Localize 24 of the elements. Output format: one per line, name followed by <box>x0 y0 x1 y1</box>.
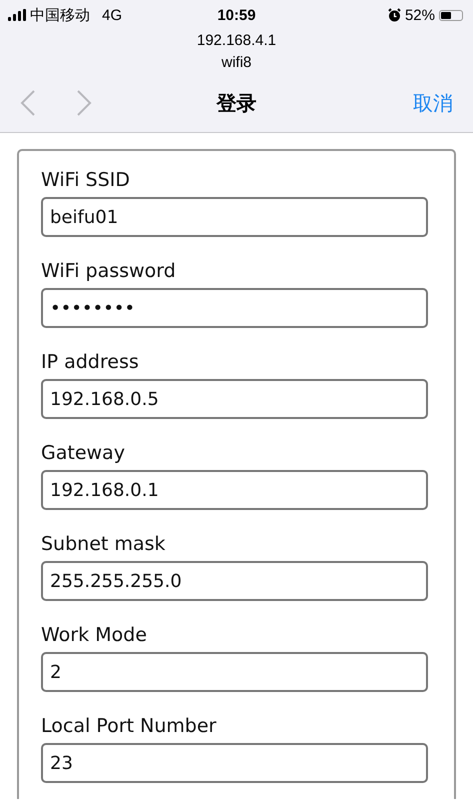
field-label: Subnet mask <box>41 532 166 557</box>
signal-icon <box>8 9 26 21</box>
field-label: Gateway <box>41 441 126 466</box>
input-field[interactable]: 2 <box>41 652 428 692</box>
input-field[interactable]: 192.168.0.5 <box>41 379 428 419</box>
network-name: wifi8 <box>221 53 252 73</box>
clock: 10:59 <box>217 6 256 24</box>
carrier-name: 中国移动 <box>30 6 90 24</box>
input-field[interactable]: 255.255.255.0 <box>41 561 428 601</box>
battery-icon <box>439 10 463 20</box>
input-field[interactable]: •••••••• <box>41 288 428 328</box>
input-field[interactable]: 192.168.0.1 <box>41 470 428 510</box>
input-field[interactable]: beifu01 <box>41 197 428 237</box>
field-label: WiFi SSID <box>41 168 131 193</box>
field-label: IP address <box>41 350 140 375</box>
page-title: 登录 <box>216 92 256 116</box>
field-label: WiFi password <box>41 259 177 284</box>
battery-percent: 52% <box>404 6 435 24</box>
network-type: 4G <box>102 6 122 24</box>
alarm-icon <box>388 8 401 22</box>
input-field[interactable]: 23 <box>41 743 428 783</box>
field-label: Local Port Number <box>41 714 218 739</box>
url-text: 192.168.4.1 <box>196 31 276 51</box>
field-label: Work Mode <box>41 623 148 648</box>
